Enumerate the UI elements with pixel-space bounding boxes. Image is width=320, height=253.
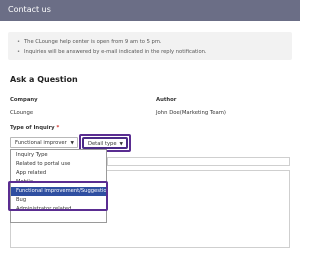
company-value: CLounge	[10, 110, 34, 116]
window-title: Contact us	[8, 5, 51, 14]
detail-type-select-value: Detail type	[88, 141, 117, 147]
dropdown-option[interactable]: Bug	[11, 196, 106, 205]
subject-input[interactable]	[107, 157, 290, 166]
chevron-down-icon: ▼	[70, 141, 74, 146]
notice-line-hours: The CLounge help center is open from 9 a…	[17, 39, 162, 45]
author-label: Author	[156, 97, 177, 103]
dropdown-option-selected[interactable]: Functional improvement/Suggestion	[11, 187, 110, 196]
dropdown-option[interactable]: App related	[11, 169, 106, 178]
dropdown-option[interactable]: Inquiry Type	[11, 151, 106, 160]
author-value: John Doe(Marketing Team)	[156, 110, 226, 116]
section-title: Ask a Question	[10, 75, 78, 84]
inquiry-type-label: Type of Inquiry *	[10, 125, 59, 131]
inquiry-type-dropdown: Inquiry Type Related to portal use App r…	[10, 149, 110, 223]
company-label: Company	[10, 97, 38, 103]
notice-line-email: Inquiries will be answered by e-mail ind…	[17, 49, 207, 55]
inquiry-type-label-text: Type of Inquiry	[10, 125, 55, 131]
title-bar: Contact us	[0, 0, 300, 21]
dropdown-option[interactable]: Related to portal use	[11, 160, 106, 169]
notice-box: The CLounge help center is open from 9 a…	[8, 32, 292, 60]
dropdown-option[interactable]: Administrator related	[11, 205, 106, 214]
dropdown-option[interactable]: Mobile	[11, 178, 106, 187]
chevron-down-icon: ▼	[119, 142, 123, 147]
detail-type-select[interactable]: Detail type ▼	[82, 137, 128, 149]
inquiry-type-select-value: Functional improver	[15, 140, 67, 146]
inquiry-type-select[interactable]: Functional improver ▼	[10, 137, 78, 148]
required-mark: *	[56, 125, 60, 131]
